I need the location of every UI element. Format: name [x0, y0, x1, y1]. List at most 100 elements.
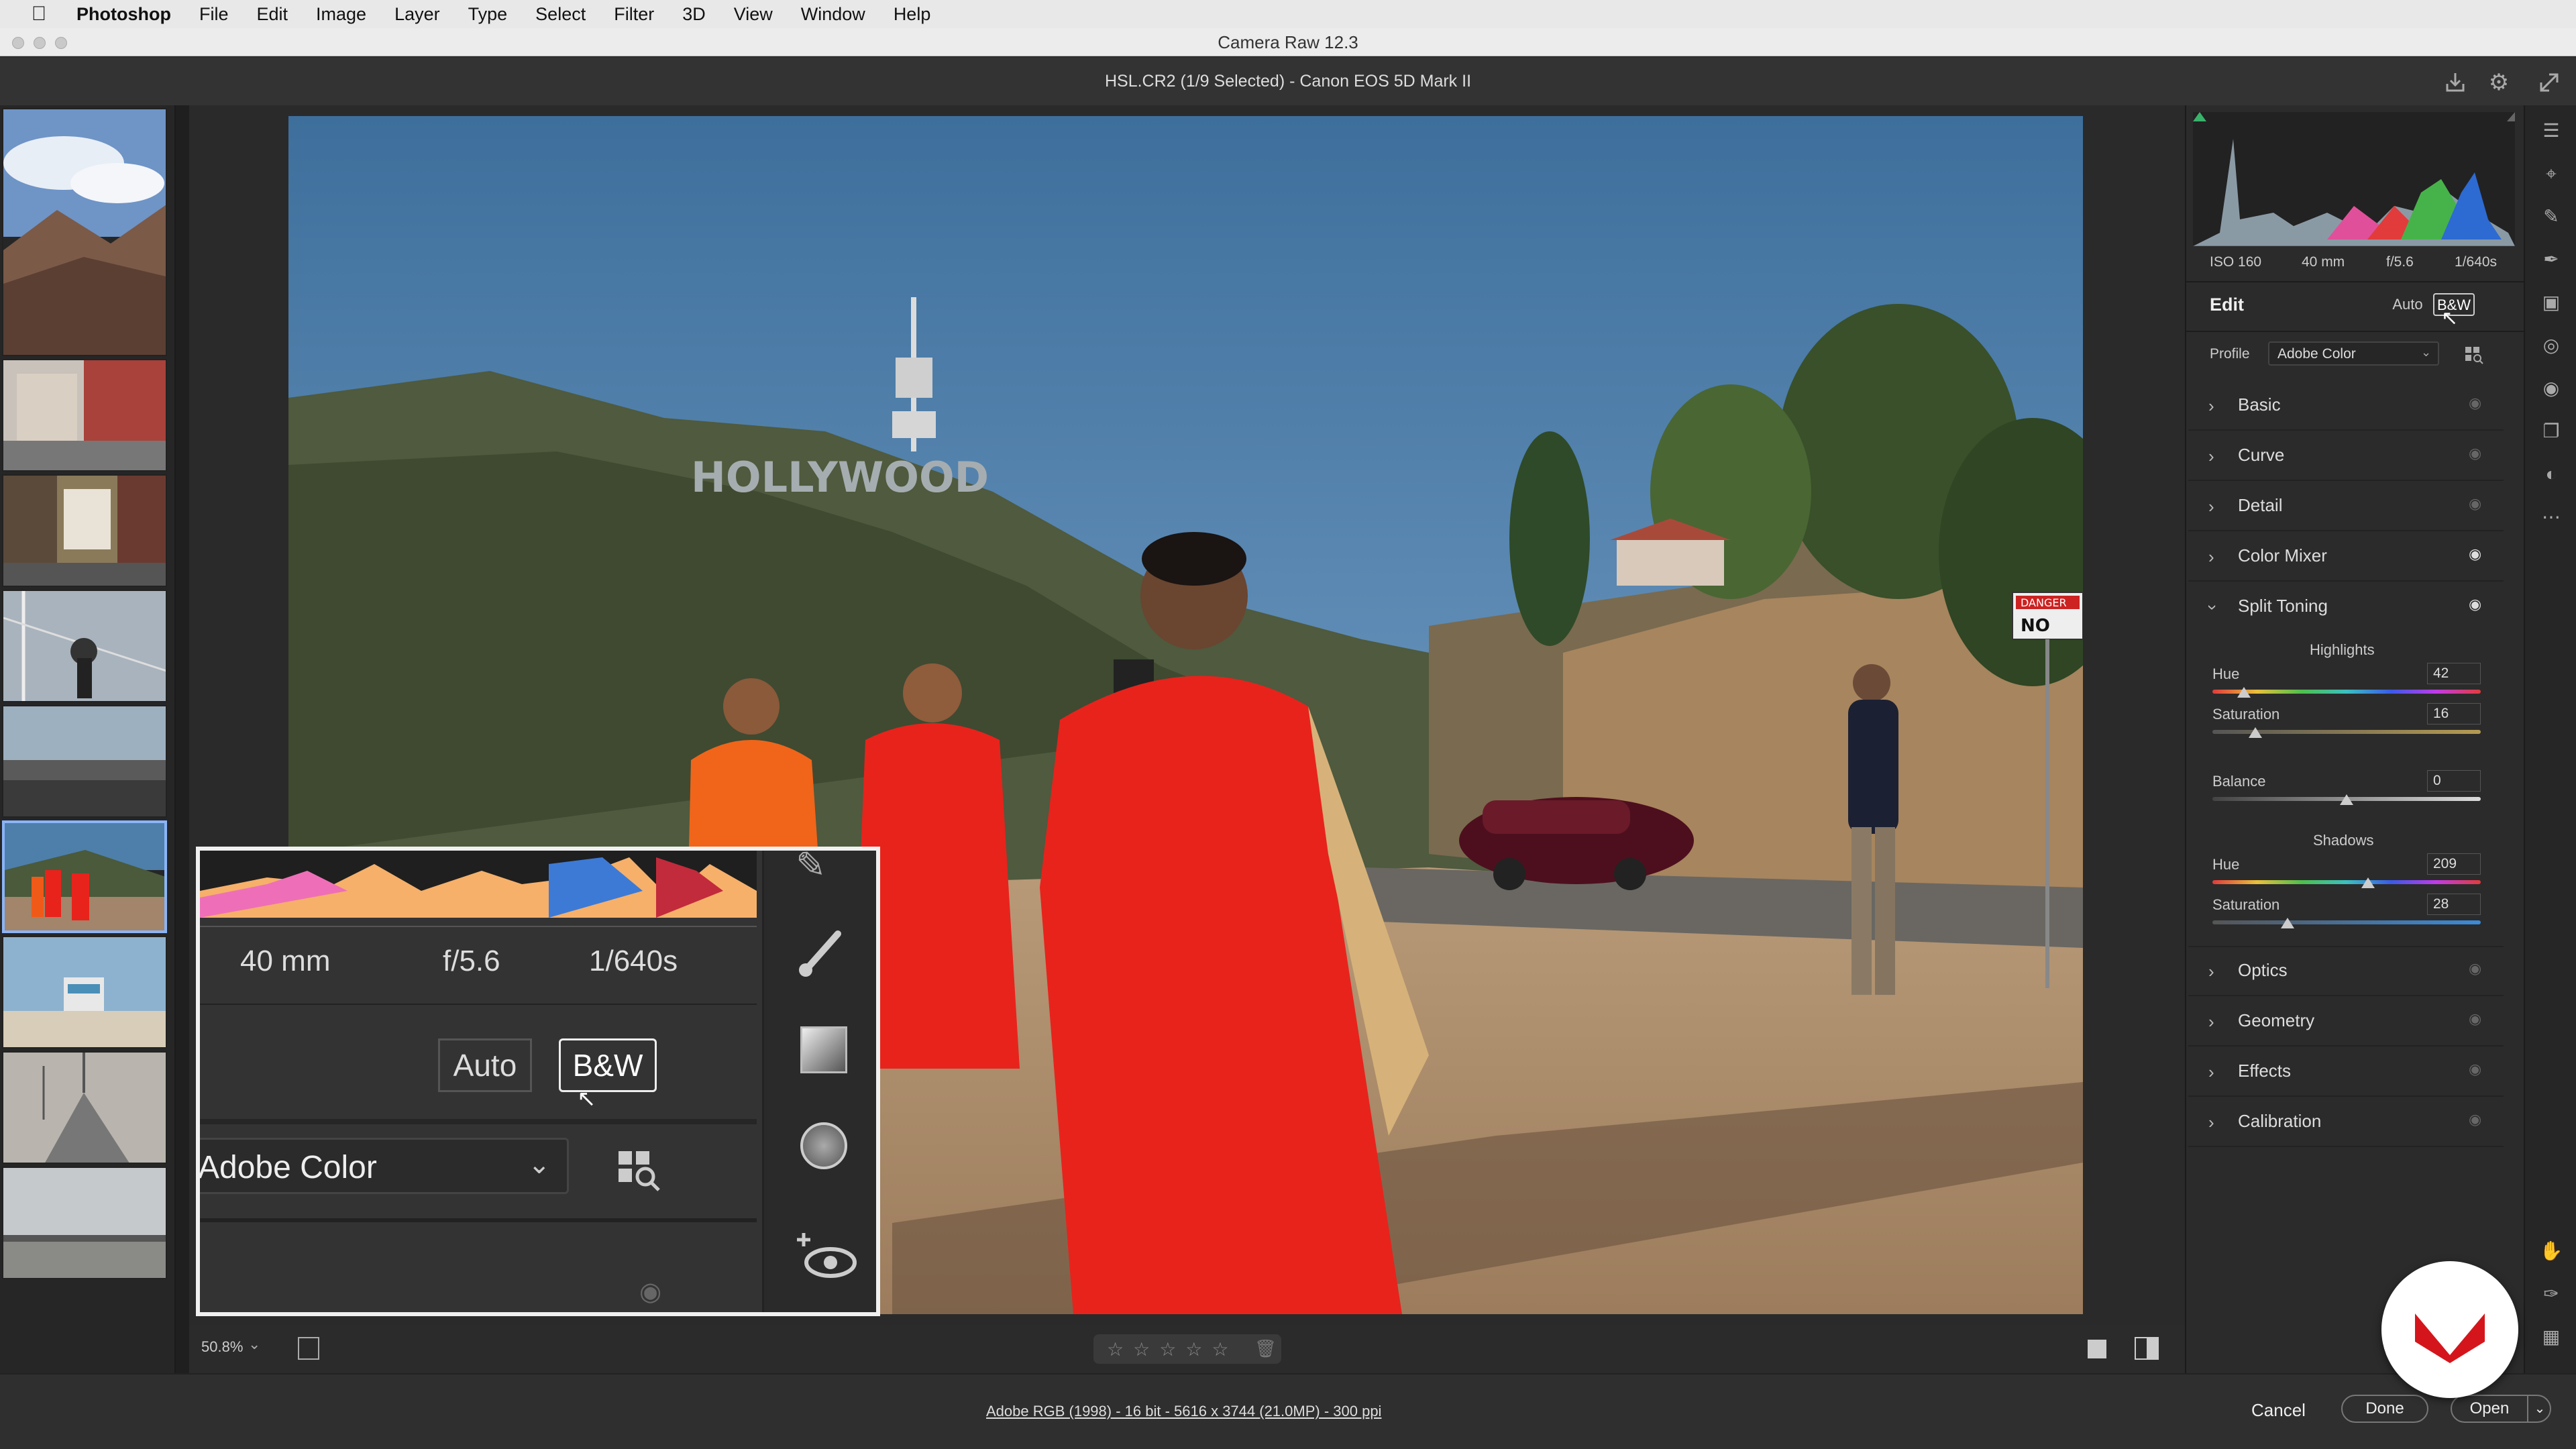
done-button[interactable]: Done	[2341, 1395, 2428, 1423]
shadows-saturation-slider[interactable]	[2212, 920, 2481, 924]
inset-aperture: f/5.6	[443, 945, 500, 977]
inset-auto-button[interactable]: Auto	[438, 1038, 532, 1092]
filmstrip-thumbnail[interactable]	[2, 1051, 167, 1164]
eye-icon[interactable]: ◉	[2469, 1061, 2481, 1078]
inset-brush-icon[interactable]	[794, 924, 847, 978]
highlights-saturation-value[interactable]: 16	[2427, 703, 2481, 724]
filmstrip-thumbnail-selected[interactable]	[2, 820, 167, 933]
highlights-hue-slider-thumb[interactable]	[2237, 687, 2251, 698]
eye-icon[interactable]: ◉	[2469, 545, 2481, 563]
shadows-hue-value[interactable]: 209	[2427, 853, 2481, 875]
filmstrip-thumbnail[interactable]	[2, 1167, 167, 1279]
section-optics[interactable]: › Optics ◉	[2188, 947, 2504, 996]
shadows-saturation-slider-thumb[interactable]	[2281, 918, 2294, 928]
filmstrip-thumbnail[interactable]	[2, 359, 167, 472]
shadows-saturation-value[interactable]: 28	[2427, 894, 2481, 915]
auto-button[interactable]: Auto	[2387, 293, 2428, 316]
eye-icon[interactable]: ◉	[2469, 596, 2481, 613]
menu-image[interactable]: Image	[316, 4, 366, 25]
eye-icon[interactable]: ◉	[2469, 960, 2481, 977]
profile-browser-icon[interactable]	[2464, 344, 2484, 364]
trash-icon[interactable]: 🗑	[1254, 1338, 1277, 1359]
menu-window[interactable]: Window	[801, 4, 865, 25]
zoom-level[interactable]: 50.8%	[201, 1338, 243, 1356]
rating-stars[interactable]: ☆☆☆☆☆	[1107, 1338, 1238, 1360]
menu-view[interactable]: View	[734, 4, 773, 25]
radial-filter-icon[interactable]: ◎	[2538, 332, 2565, 359]
eye-icon[interactable]: ◉	[2469, 394, 2481, 412]
inset-redeye-icon[interactable]	[792, 1226, 859, 1280]
inset-profile-dropdown[interactable]: Adobe Color ⌄	[200, 1138, 569, 1194]
apple-menu-icon[interactable]: 	[24, 3, 54, 25]
cancel-button[interactable]: Cancel	[2251, 1400, 2306, 1421]
menu-3d[interactable]: 3D	[682, 4, 706, 25]
menu-select[interactable]: Select	[535, 4, 586, 25]
highlights-hue-value[interactable]: 42	[2427, 663, 2481, 684]
section-detail[interactable]: › Detail ◉	[2188, 482, 2504, 531]
inset-gradient-icon[interactable]	[800, 1026, 847, 1073]
edit-sliders-icon[interactable]: ☰	[2538, 117, 2565, 144]
grid-icon[interactable]: ▦	[2538, 1324, 2565, 1350]
close-window-button[interactable]	[12, 37, 24, 49]
eye-icon[interactable]: ◉	[2469, 495, 2481, 513]
menu-app-photoshop[interactable]: Photoshop	[76, 4, 171, 25]
section-color-mixer[interactable]: › Color Mixer ◉	[2188, 532, 2504, 582]
balance-value[interactable]: 0	[2427, 770, 2481, 792]
menu-filter[interactable]: Filter	[614, 4, 654, 25]
highlights-hue-slider[interactable]	[2212, 690, 2481, 694]
redeye-icon[interactable]: ◉	[2538, 375, 2565, 402]
menu-edit[interactable]: Edit	[257, 4, 288, 25]
inset-profile-browser-icon[interactable]	[616, 1146, 663, 1193]
inset-bw-button[interactable]: B&W	[559, 1038, 657, 1092]
profile-dropdown[interactable]: Adobe Color ⌄	[2268, 341, 2439, 366]
menu-layer[interactable]: Layer	[394, 4, 440, 25]
inset-radial-filter-icon[interactable]	[800, 1122, 847, 1169]
healing-icon[interactable]: ✎	[2538, 203, 2565, 230]
zoom-window-button[interactable]	[55, 37, 67, 49]
snapshots-icon[interactable]: ❐	[2538, 418, 2565, 445]
inset-healing-icon[interactable]: ✎	[796, 851, 826, 886]
menu-type[interactable]: Type	[468, 4, 508, 25]
single-view-icon[interactable]	[2088, 1340, 2106, 1358]
zoom-chevron-down-icon[interactable]: ⌄	[248, 1336, 260, 1353]
hand-icon[interactable]: ✋	[2538, 1238, 2565, 1265]
before-after-icon[interactable]	[2135, 1337, 2159, 1360]
filmstrip-thumbnail[interactable]	[2, 705, 167, 818]
workflow-options-link[interactable]: Adobe RGB (1998) - 16 bit - 5616 x 3744 …	[986, 1403, 1381, 1420]
filmstrip-thumbnail[interactable]	[2, 108, 167, 356]
section-split-toning[interactable]: › Split Toning ◉	[2188, 582, 2504, 632]
eye-icon[interactable]: ◉	[2469, 1010, 2481, 1028]
fullscreen-icon[interactable]	[2536, 69, 2563, 96]
brush-icon[interactable]: ✒	[2538, 246, 2565, 273]
filmstrip-thumbnail[interactable]	[2, 590, 167, 702]
section-detail-label: Detail	[2238, 495, 2283, 515]
open-button[interactable]: Open ⌄	[2451, 1395, 2551, 1423]
settings-gear-icon[interactable]: ⚙	[2485, 69, 2512, 96]
open-options-chevron-icon[interactable]: ⌄	[2527, 1396, 2551, 1421]
section-basic[interactable]: › Basic ◉	[2188, 381, 2504, 431]
shadows-hue-slider-thumb[interactable]	[2361, 877, 2375, 888]
presets-icon[interactable]: ◐	[2538, 461, 2565, 488]
section-curve[interactable]: › Curve ◉	[2188, 431, 2504, 481]
eye-icon[interactable]: ◉	[2469, 445, 2481, 462]
crop-icon[interactable]: ⌖	[2538, 160, 2565, 187]
menu-file[interactable]: File	[199, 4, 229, 25]
eyedropper-icon[interactable]: ✑	[2538, 1281, 2565, 1307]
inset-eye-icon[interactable]: ◉	[639, 1277, 661, 1307]
more-icon[interactable]: ⋯	[2538, 504, 2565, 531]
eye-icon[interactable]: ◉	[2469, 1111, 2481, 1128]
highlights-saturation-slider-thumb[interactable]	[2249, 727, 2262, 738]
menu-help[interactable]: Help	[894, 4, 931, 25]
gradient-icon[interactable]: ▣	[2538, 289, 2565, 316]
minimize-window-button[interactable]	[34, 37, 46, 49]
shadows-hue-slider[interactable]	[2212, 880, 2481, 884]
hollywood-sign: HOLLYWOOD	[691, 453, 989, 502]
filmstrip-thumbnail[interactable]	[2, 936, 167, 1049]
section-geometry[interactable]: › Geometry ◉	[2188, 997, 2504, 1046]
filmstrip-toggle-icon[interactable]	[298, 1337, 319, 1360]
save-image-icon[interactable]	[2442, 69, 2469, 96]
balance-slider-thumb[interactable]	[2340, 794, 2353, 805]
section-calibration[interactable]: › Calibration ◉	[2188, 1097, 2504, 1147]
filmstrip-thumbnail[interactable]	[2, 474, 167, 587]
section-effects[interactable]: › Effects ◉	[2188, 1047, 2504, 1097]
